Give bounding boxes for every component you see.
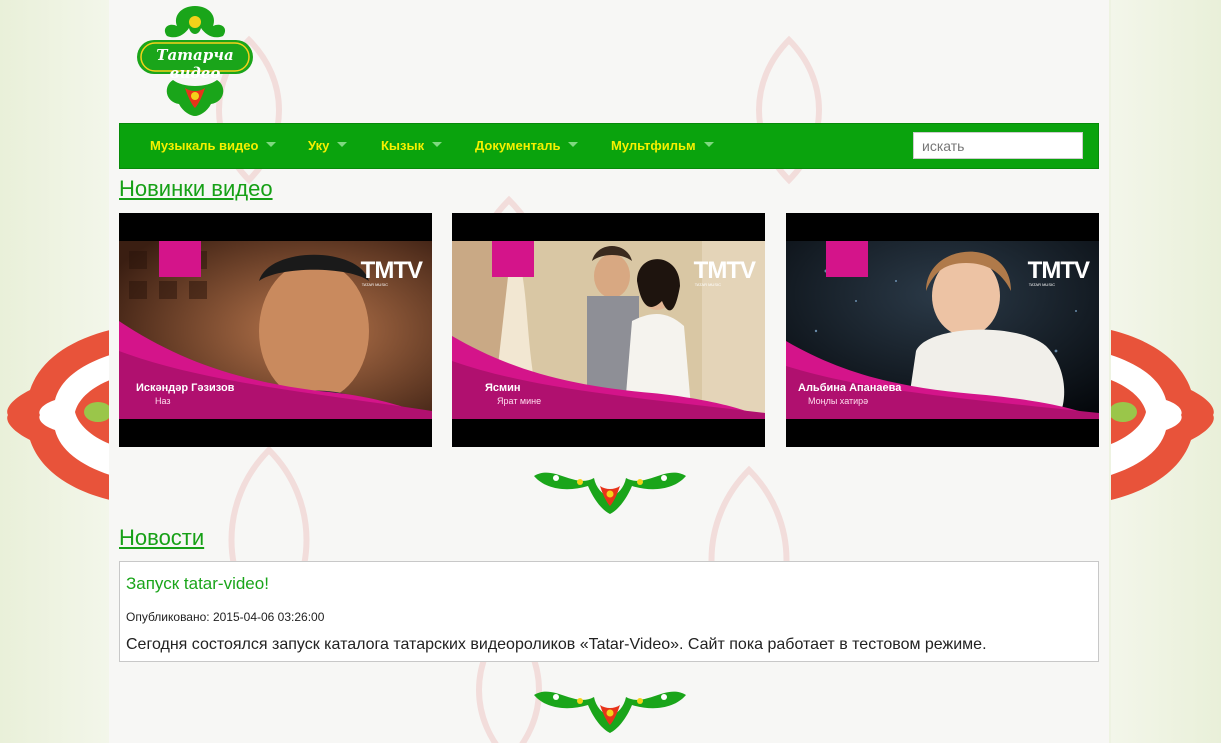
channel-subtitle: TATAR MUSIC — [1028, 282, 1055, 287]
page-container: Татарча видео Музыкаль видео Уку Кызык Д… — [109, 0, 1109, 743]
chevron-down-icon — [337, 142, 348, 148]
news-heading[interactable]: Новости — [119, 525, 204, 551]
video-song: Моңлы хатирә — [808, 396, 869, 406]
nav-label: Уку — [308, 138, 330, 153]
logo-text: Татарча видео — [156, 46, 234, 82]
new-videos-heading[interactable]: Новинки видео — [119, 176, 273, 202]
video-artist: Альбина Апанаева — [798, 382, 902, 394]
video-artist: Ясмин — [485, 382, 521, 394]
ornament-divider-icon — [534, 691, 686, 733]
chevron-down-icon — [568, 142, 579, 148]
nav-item-funny[interactable]: Кызык — [381, 124, 443, 168]
left-ornament-icon — [7, 330, 110, 500]
nav-item-documentary[interactable]: Документаль — [475, 124, 579, 168]
channel-logo: TMTV — [360, 257, 423, 284]
channel-subtitle: TATAR MUSIC — [361, 282, 388, 287]
nav-item-learning[interactable]: Уку — [308, 124, 348, 168]
video-song: Наз — [155, 396, 171, 406]
search-input[interactable] — [913, 132, 1083, 159]
chevron-down-icon — [703, 142, 714, 148]
channel-logo: TMTV — [1027, 257, 1090, 284]
chevron-down-icon — [266, 142, 277, 148]
main-navigation: Музыкаль видео Уку Кызык Документаль Мул… — [119, 123, 1099, 169]
right-ornament-icon — [1111, 330, 1214, 500]
news-date: Опубликовано: 2015-04-06 03:26:00 — [126, 610, 325, 624]
nav-label: Музыкаль видео — [150, 138, 259, 153]
nav-item-music-video[interactable]: Музыкаль видео — [150, 124, 277, 168]
video-card[interactable]: TMTV TATAR MUSIC Альбина Апанаева Моңлы … — [786, 213, 1099, 447]
news-body: Сегодня состоялся запуск каталога татарс… — [126, 636, 987, 653]
ornament-divider-icon — [534, 472, 686, 514]
video-card[interactable]: TMTV TATAR MUSIC Искәндәр Гәзизов Наз — [119, 213, 432, 447]
nav-label: Документаль — [475, 138, 561, 153]
nav-label: Кызык — [381, 138, 425, 153]
video-song: Ярат мине — [497, 396, 542, 406]
video-artist: Искәндәр Гәзизов — [136, 382, 235, 394]
tmtv-logo-icon — [492, 241, 534, 277]
tmtv-logo-icon — [826, 241, 868, 277]
chevron-down-icon — [432, 142, 443, 148]
news-item: Запуск tatar-video! Опубликовано: 2015-0… — [119, 561, 1099, 662]
tmtv-logo-icon — [159, 241, 201, 277]
nav-label: Мультфильм — [611, 138, 696, 153]
video-card[interactable]: TMTV TATAR MUSIC Ясмин Ярат мине — [452, 213, 765, 447]
nav-item-cartoon[interactable]: Мультфильм — [611, 124, 714, 168]
news-title-link[interactable]: Запуск tatar-video! — [126, 574, 269, 594]
channel-subtitle: TATAR MUSIC — [694, 282, 721, 287]
channel-logo: TMTV — [693, 257, 756, 284]
